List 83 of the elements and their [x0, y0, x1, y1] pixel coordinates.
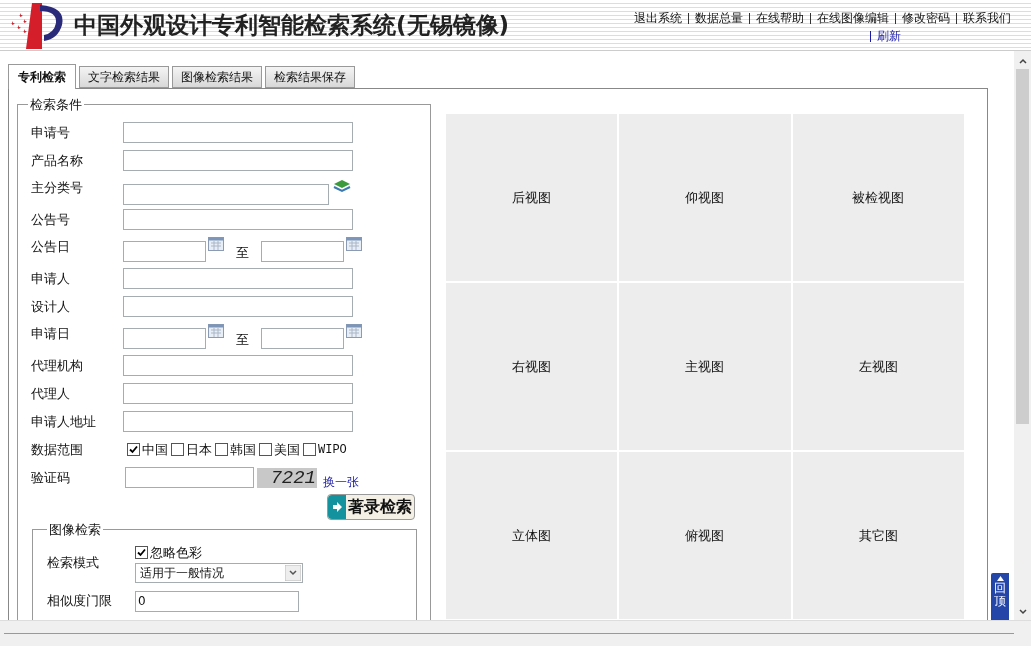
- checkbox-label: 忽略色彩: [150, 544, 202, 562]
- date-field[interactable]: [261, 240, 344, 262]
- date-field[interactable]: [261, 327, 344, 349]
- header-link[interactable]: 在线帮助: [756, 9, 804, 27]
- captcha-field[interactable]: [125, 467, 254, 488]
- scroll-up-icon[interactable]: [1017, 57, 1028, 65]
- view-slot[interactable]: 立体图: [446, 452, 618, 619]
- field-label: 产品名称: [31, 151, 84, 170]
- checkbox[interactable]: [215, 443, 228, 456]
- mode-select[interactable]: 适用于一般情况: [135, 562, 303, 583]
- dropdown-arrow-icon: [285, 564, 301, 581]
- tab[interactable]: 专利检索: [8, 64, 76, 89]
- input-field[interactable]: [123, 150, 353, 171]
- field-label: 主分类号: [31, 178, 84, 197]
- refresh-captcha-link[interactable]: 换一张: [323, 472, 359, 491]
- calendar-icon[interactable]: [346, 323, 362, 338]
- field-label: 代理人: [31, 384, 71, 403]
- checkbox-label: 美国: [274, 440, 300, 459]
- view-slot[interactable]: 仰视图: [619, 114, 791, 281]
- input-field[interactable]: [123, 411, 353, 432]
- range-separator: 至: [236, 243, 249, 262]
- search-button[interactable]: 著录检索: [327, 493, 415, 520]
- header-link[interactable]: 退出系统: [634, 9, 682, 27]
- checkbox-label: WIPO: [318, 441, 347, 459]
- range-separator: 至: [236, 330, 249, 349]
- field-label: 公告号: [31, 210, 71, 229]
- calendar-icon[interactable]: [208, 323, 224, 338]
- checkbox[interactable]: [171, 443, 184, 456]
- panel-legend: 检索条件: [28, 95, 84, 115]
- refresh-link[interactable]: 刷新: [877, 27, 901, 45]
- field-label: 公告日: [31, 237, 71, 256]
- checkbox-label: 韩国: [230, 440, 256, 459]
- header-link[interactable]: 在线图像编辑: [817, 9, 889, 27]
- tab[interactable]: 文字检索结果: [79, 66, 169, 88]
- date-field[interactable]: [123, 327, 206, 349]
- input-field[interactable]: [123, 183, 329, 205]
- view-slot[interactable]: 俯视图: [619, 452, 791, 619]
- view-slot[interactable]: 后视图: [446, 114, 618, 281]
- field-label: 设计人: [31, 297, 71, 316]
- field-label: 代理机构: [31, 356, 84, 375]
- field-label: 申请日: [31, 324, 71, 343]
- checkbox-label: 日本: [186, 440, 212, 459]
- checkbox[interactable]: [303, 443, 316, 456]
- input-field[interactable]: [123, 122, 353, 143]
- checkbox[interactable]: [135, 546, 148, 560]
- header-link[interactable]: 数据总量: [695, 9, 743, 27]
- panel-legend: 图像检索: [47, 519, 103, 539]
- field-label: 申请人: [31, 269, 71, 288]
- checkbox-label: 中国: [142, 440, 168, 459]
- view-slot[interactable]: 被检视图: [792, 114, 964, 281]
- calendar-icon[interactable]: [346, 236, 362, 251]
- date-field[interactable]: [123, 240, 206, 262]
- field-label: 数据范围: [31, 440, 84, 459]
- view-slot[interactable]: 左视图: [792, 283, 964, 450]
- field-label: 相似度门限: [47, 592, 113, 611]
- checkbox[interactable]: [127, 443, 140, 456]
- view-slot[interactable]: 其它图: [792, 452, 964, 619]
- tab[interactable]: 图像检索结果: [172, 66, 262, 88]
- captcha-image: 7221: [257, 467, 317, 488]
- checkbox[interactable]: [259, 443, 272, 456]
- header-link[interactable]: 修改密码: [902, 9, 950, 27]
- view-slot[interactable]: 主视图: [619, 283, 791, 450]
- field-label: 检索模式: [47, 554, 100, 572]
- back-to-top-button[interactable]: 回顶: [991, 573, 1009, 620]
- input-field[interactable]: [123, 209, 353, 230]
- tab[interactable]: 检索结果保存: [265, 66, 355, 88]
- scroll-thumb[interactable]: [1016, 69, 1029, 424]
- input-field[interactable]: [123, 296, 353, 317]
- calendar-icon[interactable]: [208, 236, 224, 251]
- up-arrow-icon: [996, 576, 1004, 581]
- scroll-down-icon[interactable]: [1017, 608, 1028, 616]
- input-field[interactable]: [123, 268, 353, 289]
- input-field[interactable]: [123, 383, 353, 404]
- field-label: 申请号: [31, 123, 71, 142]
- stack-icon[interactable]: [333, 177, 351, 194]
- view-slot[interactable]: 右视图: [446, 283, 618, 450]
- header-link[interactable]: 联系我们: [963, 9, 1011, 27]
- input-field[interactable]: [123, 355, 353, 376]
- field-label: 申请人地址: [31, 412, 97, 431]
- app-title: 中国外观设计专利智能检索系统(无锡镜像): [74, 10, 510, 40]
- threshold-field[interactable]: 0: [135, 590, 299, 612]
- arrow-icon: [332, 501, 342, 512]
- field-label: 验证码: [31, 468, 71, 487]
